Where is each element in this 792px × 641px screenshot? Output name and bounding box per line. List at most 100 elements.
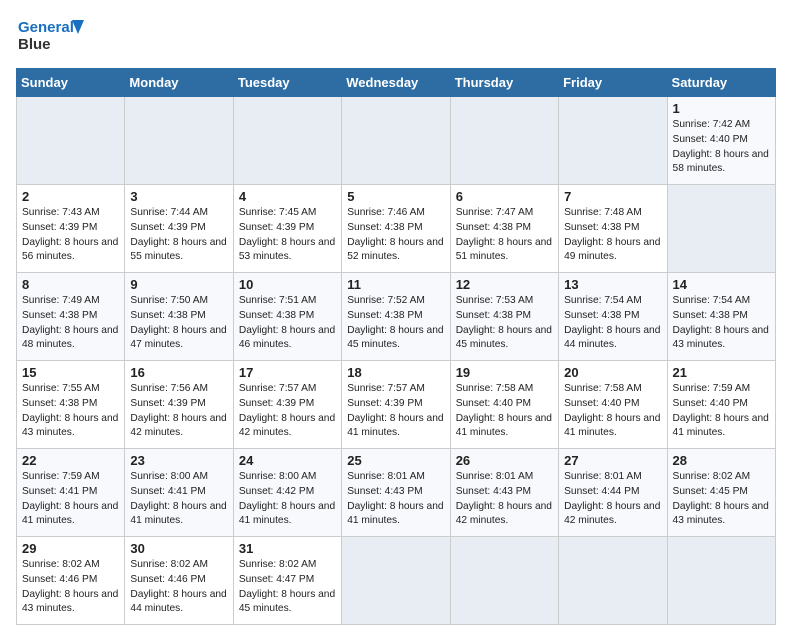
sunrise-label: Sunrise: — [564, 295, 604, 306]
sunrise-label: Sunrise: — [22, 471, 62, 482]
calendar-cell: 24 Sunrise: 8:00 AM Sunset: 4:42 PM Dayl… — [233, 449, 341, 537]
day-number: 12 — [456, 277, 553, 292]
day-number: 26 — [456, 453, 553, 468]
sunrise-time: 7:57 AM — [279, 383, 316, 394]
sunrise-time: 7:42 AM — [713, 119, 750, 130]
sunrise-time: 7:51 AM — [279, 295, 316, 306]
sunset-time: 4:40 PM — [710, 398, 748, 409]
daylight-label: Daylight: 8 hours and 41 minutes. — [456, 413, 552, 439]
day-info: Sunrise: 8:02 AM Sunset: 4:47 PM Dayligh… — [239, 558, 336, 617]
sunrise-time: 8:01 AM — [496, 471, 533, 482]
day-number: 19 — [456, 365, 553, 380]
daylight-label: Daylight: 8 hours and 43 minutes. — [22, 589, 118, 615]
daylight-label: Daylight: 8 hours and 52 minutes. — [347, 237, 443, 263]
daylight-label: Daylight: 8 hours and 58 minutes. — [673, 149, 769, 175]
sunrise-time: 7:58 AM — [604, 383, 641, 394]
sunset-time: 4:38 PM — [710, 310, 748, 321]
sunrise-time: 7:47 AM — [496, 207, 533, 218]
calendar-cell: 5 Sunrise: 7:46 AM Sunset: 4:38 PM Dayli… — [342, 185, 450, 273]
sunset-time: 4:39 PM — [168, 222, 206, 233]
sunset-time: 4:47 PM — [276, 574, 314, 585]
day-number: 3 — [130, 189, 227, 204]
calendar-cell — [342, 537, 450, 625]
svg-text:General: General — [18, 19, 74, 36]
calendar-cell: 25 Sunrise: 8:01 AM Sunset: 4:43 PM Dayl… — [342, 449, 450, 537]
sunset-time: 4:39 PM — [385, 398, 423, 409]
day-number: 18 — [347, 365, 444, 380]
calendar-cell: 2 Sunrise: 7:43 AM Sunset: 4:39 PM Dayli… — [17, 185, 125, 273]
day-number: 4 — [239, 189, 336, 204]
sunrise-label: Sunrise: — [347, 383, 387, 394]
sunset-label: Sunset: — [564, 222, 601, 233]
day-info: Sunrise: 7:57 AM Sunset: 4:39 PM Dayligh… — [239, 382, 336, 441]
calendar-cell: 28 Sunrise: 8:02 AM Sunset: 4:45 PM Dayl… — [667, 449, 775, 537]
calendar-cell: 17 Sunrise: 7:57 AM Sunset: 4:39 PM Dayl… — [233, 361, 341, 449]
logo: GeneralBlue — [16, 16, 92, 56]
sunrise-label: Sunrise: — [130, 295, 170, 306]
calendar-cell: 13 Sunrise: 7:54 AM Sunset: 4:38 PM Dayl… — [559, 273, 667, 361]
calendar-cell: 4 Sunrise: 7:45 AM Sunset: 4:39 PM Dayli… — [233, 185, 341, 273]
day-number: 16 — [130, 365, 227, 380]
sunset-time: 4:43 PM — [385, 486, 423, 497]
calendar-cell: 31 Sunrise: 8:02 AM Sunset: 4:47 PM Dayl… — [233, 537, 341, 625]
calendar-cell: 12 Sunrise: 7:53 AM Sunset: 4:38 PM Dayl… — [450, 273, 558, 361]
sunset-time: 4:42 PM — [276, 486, 314, 497]
logo-icon: GeneralBlue — [16, 16, 86, 56]
calendar-cell: 1 Sunrise: 7:42 AM Sunset: 4:40 PM Dayli… — [667, 97, 775, 185]
sunrise-label: Sunrise: — [564, 471, 604, 482]
daylight-label: Daylight: 8 hours and 42 minutes. — [564, 501, 660, 527]
calendar-cell: 26 Sunrise: 8:01 AM Sunset: 4:43 PM Dayl… — [450, 449, 558, 537]
week-row-5: 22 Sunrise: 7:59 AM Sunset: 4:41 PM Dayl… — [17, 449, 776, 537]
sunrise-time: 7:50 AM — [171, 295, 208, 306]
calendar-cell: 14 Sunrise: 7:54 AM Sunset: 4:38 PM Dayl… — [667, 273, 775, 361]
daylight-label: Daylight: 8 hours and 44 minutes. — [564, 325, 660, 351]
sunset-label: Sunset: — [130, 222, 167, 233]
daylight-label: Daylight: 8 hours and 53 minutes. — [239, 237, 335, 263]
sunset-time: 4:39 PM — [59, 222, 97, 233]
sunrise-label: Sunrise: — [456, 207, 496, 218]
day-number: 9 — [130, 277, 227, 292]
day-info: Sunrise: 7:51 AM Sunset: 4:38 PM Dayligh… — [239, 294, 336, 353]
day-info: Sunrise: 7:46 AM Sunset: 4:38 PM Dayligh… — [347, 206, 444, 265]
sunrise-label: Sunrise: — [22, 559, 62, 570]
daylight-label: Daylight: 8 hours and 41 minutes. — [564, 413, 660, 439]
sunset-label: Sunset: — [239, 222, 276, 233]
sunset-label: Sunset: — [564, 310, 601, 321]
sunrise-label: Sunrise: — [673, 295, 713, 306]
sunrise-label: Sunrise: — [456, 383, 496, 394]
calendar-cell: 21 Sunrise: 7:59 AM Sunset: 4:40 PM Dayl… — [667, 361, 775, 449]
sunset-time: 4:39 PM — [276, 222, 314, 233]
sunrise-time: 7:59 AM — [713, 383, 750, 394]
calendar-cell: 8 Sunrise: 7:49 AM Sunset: 4:38 PM Dayli… — [17, 273, 125, 361]
sunset-time: 4:41 PM — [59, 486, 97, 497]
sunrise-label: Sunrise: — [347, 207, 387, 218]
sunrise-time: 7:57 AM — [387, 383, 424, 394]
sunrise-label: Sunrise: — [456, 471, 496, 482]
sunrise-time: 7:56 AM — [171, 383, 208, 394]
sunset-label: Sunset: — [673, 398, 710, 409]
daylight-label: Daylight: 8 hours and 42 minutes. — [456, 501, 552, 527]
daylight-label: Daylight: 8 hours and 41 minutes. — [673, 413, 769, 439]
calendar-cell: 9 Sunrise: 7:50 AM Sunset: 4:38 PM Dayli… — [125, 273, 233, 361]
sunrise-label: Sunrise: — [673, 471, 713, 482]
day-info: Sunrise: 7:54 AM Sunset: 4:38 PM Dayligh… — [673, 294, 770, 353]
daylight-label: Daylight: 8 hours and 45 minutes. — [347, 325, 443, 351]
sunrise-label: Sunrise: — [347, 471, 387, 482]
calendar-cell — [559, 537, 667, 625]
day-info: Sunrise: 7:57 AM Sunset: 4:39 PM Dayligh… — [347, 382, 444, 441]
calendar-cell: 27 Sunrise: 8:01 AM Sunset: 4:44 PM Dayl… — [559, 449, 667, 537]
sunrise-time: 7:45 AM — [279, 207, 316, 218]
sunrise-time: 7:49 AM — [62, 295, 99, 306]
day-info: Sunrise: 8:00 AM Sunset: 4:41 PM Dayligh… — [130, 470, 227, 529]
col-header-tuesday: Tuesday — [233, 69, 341, 97]
header-row: SundayMondayTuesdayWednesdayThursdayFrid… — [17, 69, 776, 97]
calendar-cell — [17, 97, 125, 185]
day-info: Sunrise: 7:52 AM Sunset: 4:38 PM Dayligh… — [347, 294, 444, 353]
sunset-label: Sunset: — [347, 398, 384, 409]
sunset-time: 4:38 PM — [385, 310, 423, 321]
sunset-time: 4:38 PM — [493, 310, 531, 321]
day-info: Sunrise: 7:50 AM Sunset: 4:38 PM Dayligh… — [130, 294, 227, 353]
calendar-cell — [667, 185, 775, 273]
sunset-time: 4:40 PM — [710, 134, 748, 145]
sunset-time: 4:38 PM — [602, 310, 640, 321]
